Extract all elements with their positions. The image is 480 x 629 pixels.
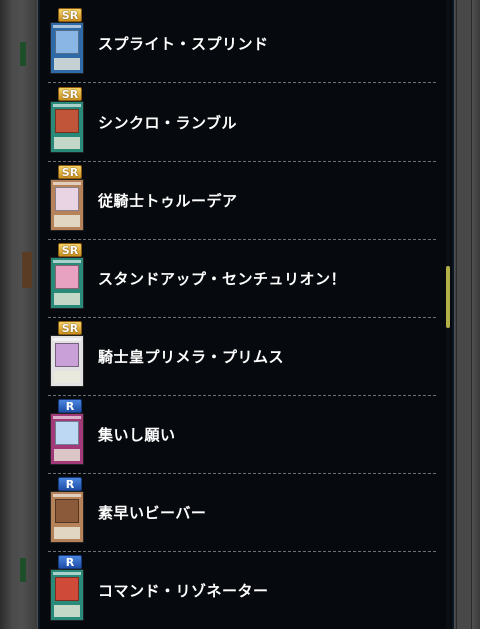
scrollbar-thumb[interactable] [446, 266, 450, 328]
card-thumbnail-icon [50, 257, 84, 309]
card-name: スタンドアップ・センチュリオン！ [98, 269, 347, 288]
card-list-dialog: SR スプライト・スプリンド SR シンクロ・ランブル SR 従騎士トゥルーデア… [38, 0, 454, 629]
list-item[interactable]: SR 従騎士トゥルーデア [48, 161, 436, 240]
card-thumbnail-wrap: R [50, 399, 86, 469]
rarity-badge-icon: SR [58, 321, 82, 335]
card-thumbnail-icon [50, 491, 84, 543]
rarity-badge-icon: SR [58, 243, 82, 257]
rarity-badge-icon: SR [58, 8, 82, 22]
card-name: コマンド・リゾネーター [98, 581, 269, 600]
list-item[interactable]: R 集いし願い [48, 395, 436, 474]
card-thumbnail-wrap: SR [50, 321, 86, 391]
background-accent-green-lower [20, 558, 26, 582]
rarity-badge-icon: R [58, 477, 82, 491]
rarity-badge-icon: SR [58, 165, 82, 179]
card-name: 騎士皇プリメラ・プリムス [98, 347, 285, 366]
list-item[interactable]: R コマンド・リゾネーター [48, 551, 436, 629]
background-accent-brown [22, 252, 32, 288]
rarity-badge-icon: SR [58, 87, 82, 101]
card-thumbnail-icon [50, 335, 84, 387]
card-thumbnail-wrap: R [50, 555, 86, 625]
card-thumbnail-wrap: SR [50, 87, 86, 157]
list-item[interactable]: SR シンクロ・ランブル [48, 83, 436, 162]
background-left-panel [0, 0, 38, 629]
card-thumbnail-wrap: R [50, 477, 86, 547]
card-thumbnail-icon [50, 179, 84, 231]
card-thumbnail-icon [50, 101, 84, 153]
card-thumbnail-wrap: SR [50, 8, 86, 78]
list-item[interactable]: SR スプライト・スプリンド [48, 4, 436, 83]
background-right-panel [456, 0, 472, 629]
card-list[interactable]: SR スプライト・スプリンド SR シンクロ・ランブル SR 従騎士トゥルーデア… [40, 0, 438, 629]
card-thumbnail-wrap: SR [50, 243, 86, 313]
card-thumbnail-icon [50, 569, 84, 621]
rarity-badge-icon: R [58, 555, 82, 569]
rarity-badge-icon: R [58, 399, 82, 413]
card-thumbnail-icon [50, 413, 84, 465]
card-name: 素早いビーバー [98, 503, 207, 522]
list-item[interactable]: SR 騎士皇プリメラ・プリムス [48, 317, 436, 396]
background-accent-green [20, 42, 26, 66]
card-name: 従騎士トゥルーデア [98, 191, 238, 210]
list-item[interactable]: R 素早いビーバー [48, 473, 436, 552]
card-name: スプライト・スプリンド [98, 34, 269, 53]
card-name: 集いし願い [98, 425, 176, 444]
card-name: シンクロ・ランブル [98, 113, 238, 132]
card-thumbnail-wrap: SR [50, 165, 86, 235]
list-item[interactable]: SR スタンドアップ・センチュリオン！ [48, 239, 436, 318]
card-thumbnail-icon [50, 22, 84, 74]
